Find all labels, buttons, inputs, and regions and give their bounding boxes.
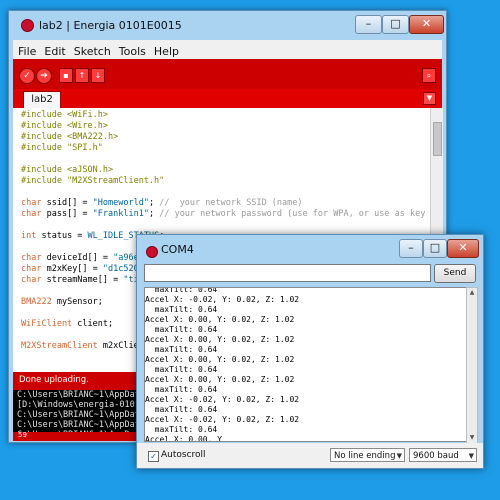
line-number: 59 (18, 431, 27, 439)
serial-output[interactable]: maxTilt: 0.64 Accel X: -0.02, Y: 0.02, Z:… (144, 287, 467, 442)
menu-tools[interactable]: Tools (114, 42, 149, 59)
baud-rate-select[interactable]: 9600 baud ▼ (409, 448, 477, 462)
chevron-down-icon: ▼ (468, 452, 474, 460)
status-text: Done uploading. (19, 375, 89, 385)
menu-sketch[interactable]: Sketch (69, 42, 114, 59)
serial-output-line: maxTilt: 0.64 (145, 385, 218, 394)
verify-icon[interactable]: ✓ (19, 68, 35, 84)
console-line: C:\Users\BRIANC~1\AppData\ (17, 420, 151, 430)
minimize-button[interactable]: – (355, 15, 382, 34)
autoscroll-checkbox[interactable]: ✓ (148, 451, 159, 462)
code-line: char pass[] = "Franklin1"; // your netwo… (21, 209, 426, 219)
send-button[interactable]: Send (434, 264, 476, 283)
console-line: C:\Users\BRIANC~1\AppData\ (17, 390, 151, 400)
code-line: #include <WiFi.h> (21, 110, 108, 120)
tab-bar: lab2 ▼ (13, 89, 442, 109)
chevron-down-icon: ▼ (396, 452, 402, 460)
energia-app-icon (21, 19, 34, 32)
serial-output-line: Accel X: 0.00, Y: 0.02, Z: 1.02 (145, 375, 295, 384)
serial-monitor-title: COM4 (161, 243, 194, 256)
serial-send-input[interactable] (144, 264, 431, 282)
scroll-up-icon[interactable]: ▲ (467, 288, 477, 298)
serial-output-line: maxTilt: 0.64 (145, 365, 218, 374)
serial-output-line: maxTilt: 0.64 (145, 425, 218, 434)
serial-output-line: Accel X: 0.00, Y: 0.02, Z: 1.02 (145, 355, 295, 364)
console-line: [D:\Windows\energia-0101E0 (17, 400, 151, 410)
line-ending-value: No line ending (334, 451, 396, 461)
serial-output-line: Accel X: -0.02, Y: 0.02, Z: 1.02 (145, 395, 300, 404)
tab-lab2[interactable]: lab2 (23, 91, 61, 109)
serial-output-line: Accel X: -0.02, Y: 0.02, Z: 1.02 (145, 415, 300, 424)
code-line: #include <Wire.h> (21, 121, 108, 131)
console-line: C:\Users\BRIANC~1\AppData\ (17, 410, 151, 420)
serial-output-line: Accel X: 0.00, Y: 0.02, Z: 1.02 (145, 315, 295, 324)
baud-rate-value: 9600 baud (413, 451, 459, 461)
energia-window-title: lab2 | Energia 0101E0015 (39, 19, 182, 32)
upload-icon[interactable]: ➔ (36, 68, 52, 84)
serial-output-text: maxTilt: 0.64 Accel X: -0.02, Y: 0.02, Z:… (145, 287, 300, 442)
new-icon[interactable]: ▪ (59, 68, 73, 83)
serial-output-line: maxTilt: 0.64 (145, 405, 218, 414)
code-line: #include "SPI.h" (21, 143, 103, 153)
scroll-down-icon[interactable]: ▼ (467, 433, 477, 443)
code-line: char ssid[] = "Homeworld"; // your netwo… (21, 198, 303, 208)
serial-footer: ✓ Autoscroll No line ending ▼ 9600 baud … (137, 443, 483, 468)
serial-output-line: Accel X: 0.00, Y: 0.02, Z: 1.02 (145, 335, 295, 344)
code-line: ​ (21, 220, 430, 231)
serial-close-button[interactable]: ✕ (447, 239, 479, 258)
tab-menu-icon[interactable]: ▼ (423, 92, 436, 105)
maximize-button[interactable]: □ (382, 15, 409, 34)
menu-edit[interactable]: Edit (39, 42, 68, 59)
autoscroll-label: Autoscroll (161, 450, 206, 460)
code-line: #include <BMA222.h> (21, 132, 119, 142)
open-icon[interactable]: ↑ (75, 68, 89, 83)
serial-output-scrollbar[interactable]: ▲ ▼ (466, 287, 478, 444)
code-line: #include <aJSON.h> (21, 165, 114, 175)
menu-help[interactable]: Help (149, 42, 182, 59)
serial-monitor-app-icon (146, 246, 158, 258)
serial-monitor-icon[interactable]: ⌕ (422, 68, 436, 83)
toolbar: ✓ ➔ ▪ ↑ ↓ ⌕ (13, 59, 442, 89)
serial-output-line: Accel X: 0.00, Y (145, 435, 223, 442)
serial-minimize-button[interactable]: – (399, 239, 423, 258)
line-ending-select[interactable]: No line ending ▼ (330, 448, 405, 462)
code-line: ​ (21, 154, 430, 165)
serial-monitor-window: COM4 – □ ✕ Send maxTilt: 0.64 Accel X: -0… (136, 234, 484, 469)
code-line: #include "M2XStreamClient.h" (21, 176, 165, 186)
menu-file[interactable]: File (13, 42, 39, 59)
save-icon[interactable]: ↓ (91, 68, 105, 83)
serial-output-line: maxTilt: 0.64 (145, 345, 218, 354)
serial-output-line: maxTilt: 0.64 (145, 287, 218, 294)
close-button[interactable]: ✕ (409, 15, 444, 34)
serial-output-line: maxTilt: 0.64 (145, 305, 218, 314)
code-line: ​ (21, 187, 430, 198)
serial-output-line: maxTilt: 0.64 (145, 325, 218, 334)
serial-output-line: Accel X: -0.02, Y: 0.02, Z: 1.02 (145, 295, 300, 304)
menu-bar: File Edit Sketch Tools Help (13, 40, 442, 60)
editor-scrollbar-thumb[interactable] (433, 122, 442, 156)
energia-titlebar[interactable]: lab2 | Energia 0101E0015 – □ ✕ (9, 11, 446, 39)
serial-maximize-button[interactable]: □ (423, 239, 447, 258)
console-text: C:\Users\BRIANC~1\AppData\ [D:\Windows\en… (17, 390, 150, 432)
